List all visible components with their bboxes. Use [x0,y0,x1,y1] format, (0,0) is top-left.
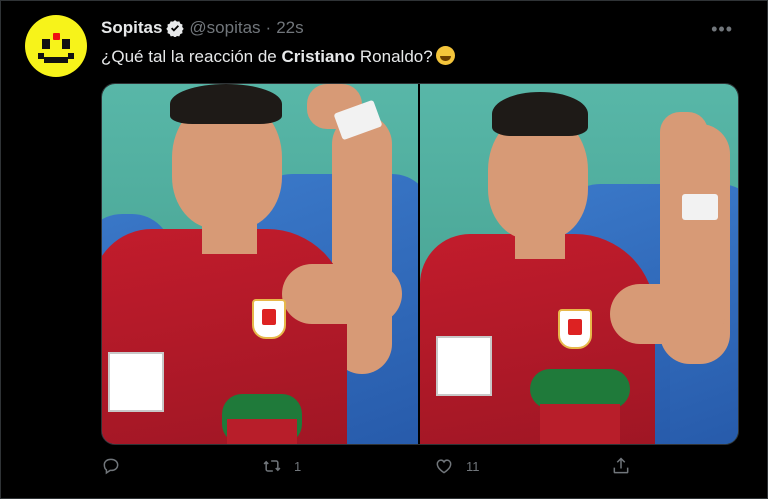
retweet-button[interactable]: 1 [262,456,301,476]
avatar-eye-right [62,39,70,49]
avatar-eye-left [42,39,50,49]
photo-right[interactable] [420,84,738,444]
retweet-icon [263,460,281,472]
avatar-nose [53,33,60,40]
share-button[interactable] [611,456,643,476]
tweet-time[interactable]: 22s [276,18,303,38]
tweet-header: Sopitas @sopitas · 22s [101,16,304,40]
like-button[interactable]: 11 [434,456,480,476]
retweet-count: 1 [294,458,302,474]
author-name[interactable]: Sopitas [101,18,162,38]
tweet-text-end: Ronaldo? [355,47,433,66]
share-icon [613,457,629,474]
more-icon[interactable]: ••• [711,19,733,40]
tweet-media [101,83,739,445]
separator-dot: · [265,18,272,37]
like-icon [436,459,452,474]
reply-icon [103,458,119,475]
like-count: 11 [466,458,480,474]
tweet-card: Sopitas @sopitas · 22s ••• ¿Qué tal la r… [0,0,768,499]
reply-button[interactable] [101,456,133,476]
avatar[interactable] [25,15,87,77]
photo-left[interactable] [102,84,418,444]
grinning-emoji-icon [435,46,455,65]
tweet-text: ¿Qué tal la reacción de Cristiano Ronald… [101,46,455,67]
avatar-mouth [38,53,74,63]
verified-badge-icon [166,20,185,37]
tweet-text-start: ¿Qué tal la reacción de [101,47,282,66]
tweet-actions: 1 11 [101,456,737,480]
author-handle[interactable]: @sopitas [189,18,260,38]
tweet-text-bold: Cristiano [281,47,356,66]
